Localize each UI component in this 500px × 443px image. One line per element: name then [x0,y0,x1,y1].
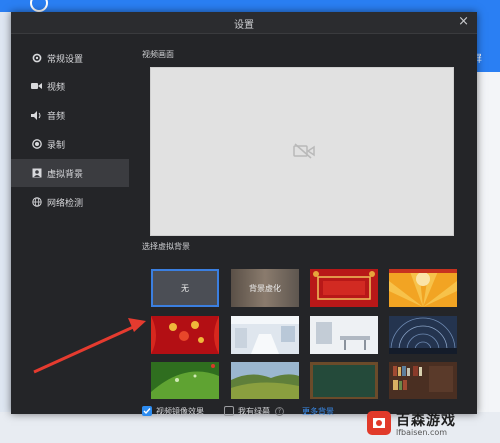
background-blur[interactable]: 背景虚化 [231,269,299,307]
preview-label: 视频画面 [142,50,174,59]
sidebar-item-general[interactable]: 常规设置 [11,44,129,72]
background-label: 无 [181,283,189,293]
background-meeting-room[interactable] [231,316,299,354]
watermark-logo-icon [367,411,391,435]
video-camera-icon [31,81,42,92]
background-none[interactable]: 无 [151,269,219,307]
green-leaf-image [151,362,219,399]
chalkboard-image [310,362,378,399]
sidebar-item-label: 音频 [47,111,66,122]
background-red-festive[interactable] [310,269,378,307]
background-app-header [0,0,500,12]
orange-sunburst-image [389,269,457,307]
background-chalkboard[interactable] [310,362,378,399]
background-white-office[interactable] [310,316,378,354]
red-lanterns-image [151,316,219,354]
close-icon[interactable]: × [458,14,469,29]
dialog-title-bar: 设置 × [11,12,477,34]
settings-dialog: 设置 × 常规设置 视频 音频 录制 虚拟背景 网络检测 视频画面 选择虚拟背景… [11,12,477,417]
globe-icon [31,197,42,208]
checkmark-icon [143,408,151,415]
sidebar-item-label: 虚拟背景 [47,169,84,180]
sidebar-item-record[interactable]: 录制 [11,130,129,158]
meeting-room-image [231,316,299,354]
watermark-url: lfbaisen.com [396,427,448,437]
greenscreen-checkbox[interactable] [224,406,234,416]
mirror-checkbox[interactable] [142,406,152,416]
red-festive-image [310,269,378,307]
sidebar-item-virtual-background[interactable]: 虚拟背景 [11,159,129,187]
white-office-image [310,316,378,354]
background-green-leaf[interactable] [151,362,219,399]
background-label: 背景虚化 [249,283,281,293]
sidebar-item-label: 录制 [47,140,66,151]
speaker-icon [31,110,42,121]
green-hills-image [231,362,299,399]
greenscreen-label: 我有绿幕 [238,406,270,416]
more-backgrounds-link[interactable]: 更多背景 [302,406,334,417]
watermark-text-block: 百森游戏 lfbaisen.com [396,410,456,437]
settings-content: 视频画面 选择虚拟背景 无 背景虚化 视频镜像效果 我有绿幕 ? 更多背景 [130,34,477,417]
background-bookshelf[interactable] [389,362,457,399]
background-green-hills[interactable] [231,362,299,399]
background-grid: 无 背景虚化 [141,269,461,399]
help-icon[interactable]: ? [275,406,284,416]
person-frame-icon [31,168,42,179]
bookshelf-image [389,362,457,399]
gear-icon [31,53,42,64]
select-background-label: 选择虚拟背景 [142,242,190,251]
watermark: 百森游戏 lfbaisen.com [366,403,500,443]
background-red-lanterns[interactable] [151,316,219,354]
background-orange-sunburst[interactable] [389,269,457,307]
sidebar-item-video[interactable]: 视频 [11,72,129,100]
background-star-trails[interactable] [389,316,457,354]
sidebar-item-audio[interactable]: 音频 [11,101,129,129]
video-preview [150,67,454,236]
watermark-name: 百森游戏 [396,412,456,429]
dialog-title: 设置 [234,20,254,31]
sidebar-item-label: 网络检测 [47,198,84,209]
mirror-label: 视频镜像效果 [156,406,204,416]
sidebar-item-label: 常规设置 [47,54,84,65]
sidebar-item-network-test[interactable]: 网络检测 [11,188,129,216]
record-icon [31,139,42,150]
star-trails-image [389,316,457,354]
camera-off-icon [293,143,315,159]
sidebar-item-label: 视频 [47,82,66,93]
settings-sidebar: 常规设置 视频 音频 录制 虚拟背景 网络检测 [11,34,129,414]
